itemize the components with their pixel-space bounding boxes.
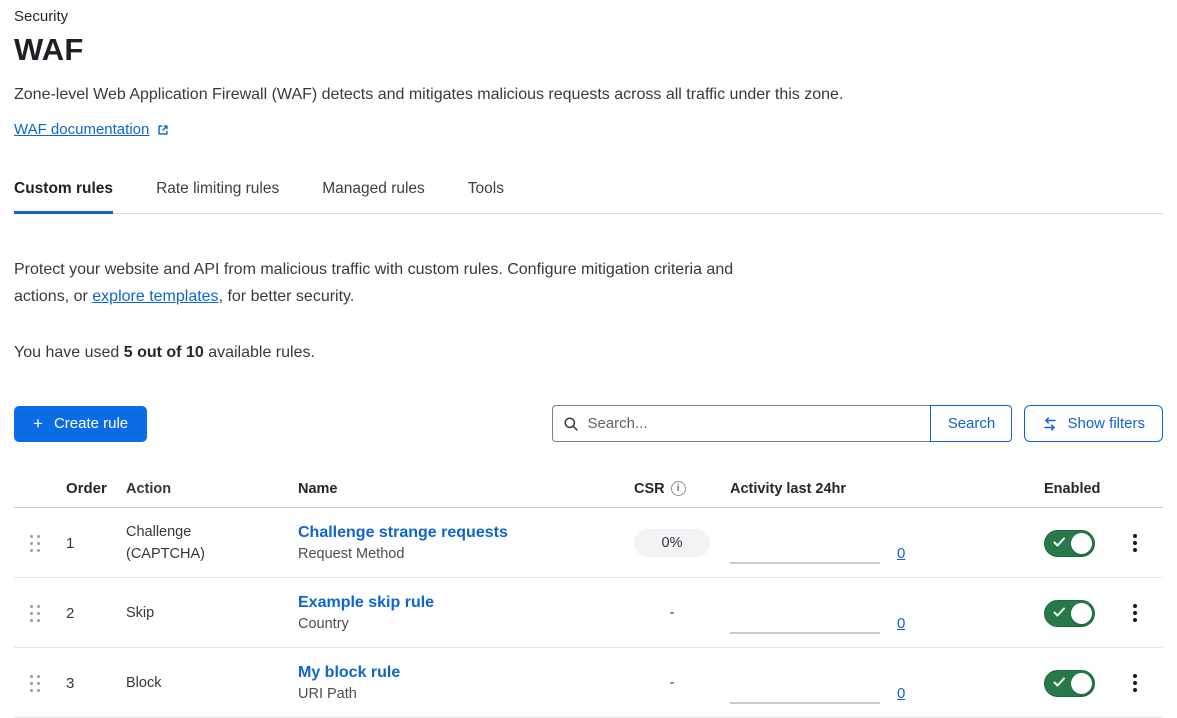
create-rule-label: Create rule [54,415,128,432]
rule-action: Challenge (CAPTCHA) [118,521,290,565]
rule-order: 1 [56,535,118,552]
table-header-row: Order Action Name CSR i Activity last 24… [14,470,1163,508]
rule-action: Block [118,672,290,694]
activity-count-link[interactable]: 0 [897,685,905,702]
csr-badge: 0% [634,529,710,557]
rule-name-link[interactable]: My block rule [298,664,622,682]
rules-toolbar: + Create rule Search Show filters [14,405,1163,442]
csr-value: - [634,675,710,691]
rule-csr-cell: - [622,674,718,692]
enabled-toggle[interactable] [1044,670,1095,697]
rule-name-link[interactable]: Challenge strange requests [298,524,622,542]
tab-rate-limiting-rules[interactable]: Rate limiting rules [156,180,279,213]
rule-enabled-cell [1024,530,1106,557]
page-title: WAF [14,32,1163,68]
table-row: 3 Block My block rule URI Path - 0 [14,648,1163,718]
search-group: Search [552,405,1012,442]
waf-documentation-link-label: WAF documentation [14,121,149,138]
row-menu-button[interactable] [1127,528,1143,558]
activity-sparkline [730,562,880,564]
header-action: Action [118,478,290,500]
breadcrumb-security: Security [14,8,1163,25]
header-activity: Activity last 24hr [718,481,1024,497]
usage-prefix: You have used [14,344,124,361]
tab-bar: Custom rules Rate limiting rules Managed… [14,180,1163,214]
rule-field: URI Path [298,686,622,702]
filter-arrows-icon [1042,417,1058,431]
rule-name-link[interactable]: Example skip rule [298,594,622,612]
check-icon [1053,537,1066,548]
rule-field: Request Method [298,546,622,562]
create-rule-button[interactable]: + Create rule [14,406,147,442]
header-enabled: Enabled [1024,481,1106,497]
activity-sparkline [730,702,880,704]
page-description: Zone-level Web Application Firewall (WAF… [14,86,1163,104]
drag-handle-icon[interactable] [30,605,40,622]
tab-tools[interactable]: Tools [468,180,504,213]
show-filters-button[interactable]: Show filters [1024,405,1163,442]
table-row: 2 Skip Example skip rule Country - 0 [14,578,1163,648]
rule-field: Country [298,616,622,632]
rule-csr-cell: - [622,604,718,622]
external-link-icon [156,123,170,137]
info-icon[interactable]: i [671,481,686,496]
intro-text-after: , for better security. [219,288,355,305]
drag-handle-icon[interactable] [30,535,40,552]
rule-order: 3 [56,675,118,692]
search-box [552,405,930,442]
rule-action: Skip [118,602,290,624]
header-name: Name [290,481,622,497]
rule-name-cell: Example skip rule Country [290,594,622,632]
tab-managed-rules[interactable]: Managed rules [322,180,425,213]
enabled-toggle[interactable] [1044,600,1095,627]
enabled-toggle[interactable] [1044,530,1095,557]
show-filters-label: Show filters [1067,415,1145,432]
plus-icon: + [33,415,43,432]
rule-name-cell: My block rule URI Path [290,664,622,702]
activity-count-link[interactable]: 0 [897,615,905,632]
header-order: Order [56,480,118,497]
custom-rules-intro: Protect your website and API from malici… [14,256,756,310]
rule-enabled-cell [1024,600,1106,627]
header-csr-label: CSR [634,481,665,497]
search-input[interactable] [552,405,930,442]
rule-activity-cell: 0 [718,648,1024,718]
row-menu-button[interactable] [1127,598,1143,628]
drag-handle-icon[interactable] [30,675,40,692]
rule-order: 2 [56,605,118,622]
activity-sparkline [730,632,880,634]
tab-custom-rules[interactable]: Custom rules [14,180,113,213]
activity-count-link[interactable]: 0 [897,545,905,562]
search-button[interactable]: Search [930,405,1012,442]
rule-csr-cell: 0% [622,529,718,557]
toggle-knob [1071,533,1092,554]
waf-documentation-link[interactable]: WAF documentation [14,121,170,138]
csr-value: - [634,605,710,621]
waf-page: Security WAF Zone-level Web Application … [0,0,1177,718]
row-menu-button[interactable] [1127,668,1143,698]
rule-enabled-cell [1024,670,1106,697]
header-csr: CSR i [622,481,718,497]
rule-activity-cell: 0 [718,508,1024,578]
rules-usage-text: You have used 5 out of 10 available rule… [14,344,1163,362]
check-icon [1053,677,1066,688]
toggle-knob [1071,673,1092,694]
usage-count: 5 out of 10 [124,344,204,361]
rule-name-cell: Challenge strange requests Request Metho… [290,524,622,562]
search-icon [563,416,579,432]
table-row: 1 Challenge (CAPTCHA) Challenge strange … [14,508,1163,578]
check-icon [1053,607,1066,618]
explore-templates-link[interactable]: explore templates [92,288,218,305]
rules-table: Order Action Name CSR i Activity last 24… [14,470,1163,718]
rule-activity-cell: 0 [718,578,1024,648]
usage-suffix: available rules. [204,344,315,361]
toggle-knob [1071,603,1092,624]
